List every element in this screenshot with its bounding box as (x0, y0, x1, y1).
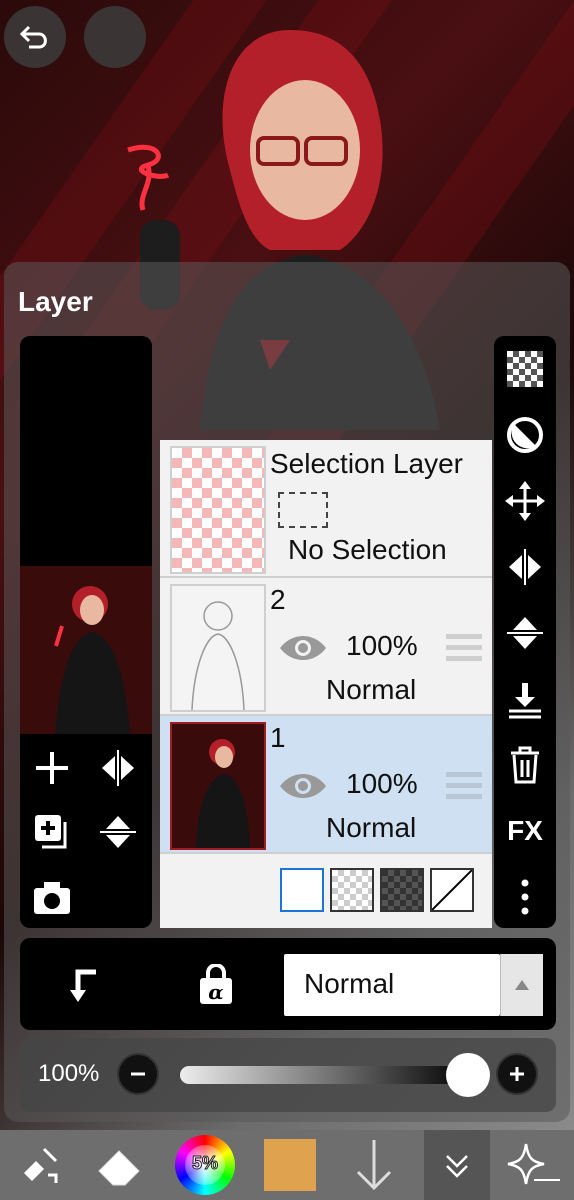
opacity-label: 100% (38, 1060, 100, 1087)
flip-vertical-button[interactable] (98, 812, 138, 857)
selection-layer-thumbnail (170, 446, 266, 574)
duplicate-layer-button[interactable] (32, 812, 72, 857)
eraser-tool-button[interactable] (88, 1130, 152, 1200)
opacity-slider-track[interactable] (180, 1066, 470, 1084)
blend-mode-select[interactable]: Normal (284, 954, 500, 1016)
opacity-decrease-button[interactable] (117, 1053, 159, 1095)
plus-icon (36, 752, 68, 784)
chevron-up-icon (515, 980, 529, 990)
sketch-thumbnail (191, 601, 245, 711)
selection-status: No Selection (288, 534, 447, 565)
background-none-swatch[interactable] (430, 868, 474, 912)
collapse-panel-button[interactable] (424, 1130, 490, 1200)
alpha-lock-button[interactable]: α (196, 963, 236, 1011)
blend-mode-dropdown-button[interactable] (500, 954, 543, 1016)
double-chevron-down-icon (446, 1155, 468, 1178)
layer-panel-title: Layer (18, 286, 93, 317)
redo-button[interactable] (84, 6, 146, 68)
eye-icon (280, 774, 326, 798)
layer-opacity: 100% (346, 630, 418, 661)
preview-illustration (20, 566, 152, 734)
selection-marquee-icon (278, 492, 328, 528)
fx-button[interactable]: FX (494, 806, 556, 856)
svg-text:α: α (208, 980, 223, 1004)
flip-vertical-icon (507, 617, 543, 649)
arrow-down-icon (356, 1140, 392, 1191)
flip-horizontal-button[interactable] (98, 748, 138, 793)
flip-horizontal-icon (102, 750, 134, 786)
layer-name: 2 (270, 584, 286, 615)
background-white-swatch[interactable] (280, 868, 324, 912)
sparkle-icon (507, 1143, 560, 1185)
alpha-lock-icon: α (200, 963, 232, 1004)
layer-down-button[interactable] (344, 1130, 404, 1200)
diagonal-line-icon (431, 869, 473, 911)
flip-vertical-icon (100, 816, 136, 848)
trash-icon (511, 746, 539, 784)
checker-icon (507, 351, 543, 387)
camera-icon (34, 882, 70, 914)
vertical-dots-icon (521, 879, 529, 915)
layer-thumbnail (170, 584, 266, 712)
move-arrows-icon (505, 481, 545, 521)
color-wheel-icon: 5% (175, 1135, 235, 1195)
layer-opacity: 100% (346, 768, 418, 799)
merge-down-icon (509, 683, 541, 719)
layer-blend-mode: Normal (326, 812, 417, 843)
brush-size-label: 5% (191, 1153, 218, 1174)
add-layer-button[interactable] (32, 748, 72, 793)
layer-name: 1 (270, 722, 286, 753)
flip-horizontal-icon (509, 549, 541, 585)
layer-row-selected[interactable]: 1 100% Normal (160, 716, 492, 854)
canvas-preview[interactable] (20, 566, 152, 734)
transparency-button[interactable] (494, 344, 556, 394)
layer-thumbnail (170, 722, 266, 850)
visibility-toggle[interactable] (278, 632, 328, 669)
selection-layer-row[interactable]: Selection Layer No Selection (160, 440, 492, 578)
merge-down-button[interactable] (494, 674, 556, 724)
neon-symbol (127, 144, 170, 211)
background-transparent-swatch[interactable] (330, 868, 374, 912)
opacity-slider-handle[interactable] (446, 1053, 490, 1097)
clipping-button[interactable] (64, 966, 104, 1011)
undo-icon (19, 25, 47, 49)
drag-handle-icon[interactable] (446, 634, 482, 661)
color-art-thumbnail (196, 739, 250, 848)
clipping-arrow-icon (70, 969, 96, 1002)
flip-layer-horizontal-button[interactable] (494, 542, 556, 592)
duplicate-icon (35, 815, 67, 849)
color-wheel-button[interactable]: 5% (172, 1130, 238, 1200)
layer-blend-mode: Normal (326, 674, 417, 705)
ai-sparkle-button[interactable] (494, 1130, 574, 1200)
more-options-button[interactable] (494, 872, 556, 922)
visibility-toggle[interactable] (278, 770, 328, 807)
minus-icon (131, 1072, 145, 1076)
layer-row[interactable]: 2 100% Normal (160, 578, 492, 716)
eraser-icon (98, 1150, 140, 1186)
blend-mode-value: Normal (304, 968, 395, 999)
selection-layer-name: Selection Layer (270, 448, 464, 479)
camera-import-button[interactable] (32, 880, 72, 921)
eye-icon (280, 636, 326, 660)
contrast-icon (507, 417, 543, 453)
flip-layer-vertical-button[interactable] (494, 608, 556, 658)
undo-button[interactable] (4, 6, 66, 68)
delete-layer-button[interactable] (494, 740, 556, 790)
opacity-increase-button[interactable] (496, 1053, 538, 1095)
plus-icon (510, 1067, 524, 1081)
layer-list: Selection Layer No Selection 2 100% Norm… (160, 440, 492, 928)
background-dark-checker-swatch[interactable] (380, 868, 424, 912)
brush-eraser-switch-icon (24, 1147, 58, 1183)
move-button[interactable] (494, 476, 556, 526)
tool-switch-button[interactable] (8, 1130, 72, 1200)
current-color-button[interactable] (262, 1130, 318, 1200)
drag-handle-icon[interactable] (446, 772, 482, 799)
invert-button[interactable] (494, 410, 556, 460)
current-color-swatch (264, 1139, 316, 1191)
